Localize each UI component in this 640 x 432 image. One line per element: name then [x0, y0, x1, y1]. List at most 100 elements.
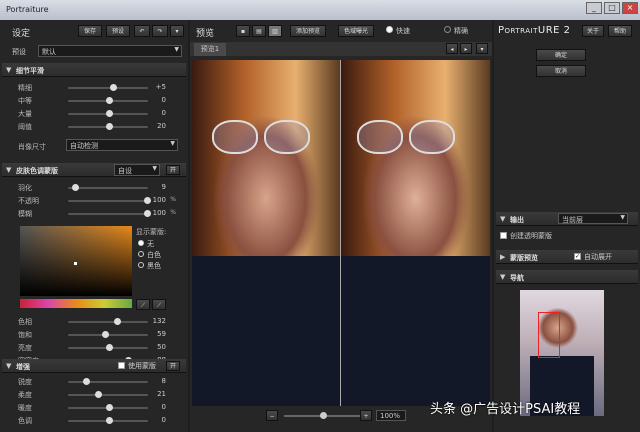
preset-button[interactable]: 预设	[106, 25, 130, 37]
single-view-icon[interactable]: ▪	[236, 25, 250, 37]
navigator-viewport-rect[interactable]	[538, 312, 560, 358]
detail-slider-knob[interactable]	[106, 110, 113, 117]
expand-triangle-icon: ▶	[500, 253, 506, 261]
enhance-slider-knob[interactable]	[106, 404, 113, 411]
tab-next-icon[interactable]: ▸	[460, 43, 472, 54]
enhance-slider-row: 暖度 0	[0, 403, 188, 415]
use-mask-checkbox[interactable]	[118, 362, 125, 369]
mask-option-label: 白色	[147, 251, 161, 259]
detail-header-label: 细节平滑	[16, 67, 44, 75]
add-preview-button[interactable]: 添加预览	[290, 25, 326, 37]
minimize-button[interactable]: _	[586, 2, 602, 14]
about-button[interactable]: 关于	[582, 25, 604, 37]
enhance-slider-knob[interactable]	[83, 378, 91, 385]
mask-option-radio[interactable]	[138, 262, 144, 268]
skin-slider-track[interactable]	[68, 210, 151, 217]
mask-preview-header[interactable]: ▶ 蒙版预览	[496, 250, 638, 264]
fast-radio[interactable]	[386, 26, 393, 33]
zoom-out-button[interactable]: −	[266, 410, 278, 421]
split-vertical-icon[interactable]: ▥	[268, 25, 282, 37]
precise-radio[interactable]	[444, 26, 451, 33]
enhance-slider-track[interactable]	[68, 404, 148, 411]
output-select[interactable]: 当前层 ▼	[558, 213, 628, 224]
sunglasses-right	[409, 120, 455, 154]
subject-shirt	[192, 256, 340, 406]
skin-slider-track[interactable]	[68, 184, 148, 191]
zoom-in-button[interactable]: +	[360, 410, 372, 421]
redo-icon[interactable]: ↷	[152, 25, 168, 37]
preview-before-image[interactable]	[192, 60, 340, 406]
color-slider-knob[interactable]	[102, 331, 110, 338]
color-slider-track[interactable]	[68, 344, 148, 351]
detail-slider-track[interactable]	[68, 97, 148, 104]
create-transparent-label: 创建透明蒙版	[510, 232, 552, 240]
enhance-slider-track[interactable]	[68, 378, 148, 385]
zoom-select[interactable]: 100%	[376, 410, 406, 421]
cancel-button[interactable]: 取消	[536, 65, 586, 77]
enhance-slider-track[interactable]	[68, 391, 148, 398]
zoom-slider-knob[interactable]	[320, 412, 327, 419]
detail-slider-knob[interactable]	[106, 97, 113, 104]
tab-prev-icon[interactable]: ◂	[446, 43, 458, 54]
detail-slider-track[interactable]	[68, 110, 148, 117]
save-button[interactable]: 保存	[78, 25, 102, 37]
preview-tab-bar: 预览1 ◂ ▸ ▾	[190, 42, 492, 56]
skin-color-picker[interactable]	[20, 226, 132, 296]
enhance-slider-track[interactable]	[68, 417, 148, 424]
detail-slider-label: 阈值	[18, 123, 32, 131]
mask-option-radio[interactable]	[138, 240, 144, 246]
maximize-button[interactable]: □	[604, 2, 620, 14]
gamut-warning-button[interactable]: 色域曝光	[338, 25, 374, 37]
skin-mode-select[interactable]: 自设 ▼	[114, 164, 160, 176]
navigator-header[interactable]: ▼ 导航	[496, 270, 638, 284]
preset-select-value: 默认	[42, 48, 56, 56]
skin-slider-track[interactable]	[68, 197, 151, 204]
color-slider-track[interactable]	[68, 331, 148, 338]
auto-expand-checkbox[interactable]: ✓	[574, 253, 581, 260]
enhance-slider-value: 21	[157, 390, 166, 398]
skin-mode-value: 自设	[118, 167, 132, 175]
detail-slider-knob[interactable]	[106, 123, 113, 130]
preview-tab[interactable]: 预览1	[194, 43, 226, 56]
eyedropper-plus-icon[interactable]: ⟋	[152, 299, 166, 310]
detail-slider-track[interactable]	[68, 84, 148, 91]
preview-after-image[interactable]	[340, 60, 490, 406]
skin-slider-knob[interactable]	[71, 184, 79, 191]
eyedropper-icon[interactable]: ⟋	[136, 299, 150, 310]
zoom-slider[interactable]	[284, 412, 364, 419]
portrait-size-value: 自动检测	[70, 142, 98, 150]
detail-slider-row: 大量 0	[0, 109, 188, 121]
split-horizontal-icon[interactable]: ▤	[252, 25, 266, 37]
collapse-triangle-icon: ▼	[500, 273, 506, 281]
settings-title: 设定	[12, 29, 31, 39]
enhance-slider-knob[interactable]	[94, 391, 102, 398]
color-slider-knob[interactable]	[106, 344, 113, 351]
enhance-toggle-button[interactable]: 开	[166, 361, 180, 371]
detail-slider-track[interactable]	[68, 123, 148, 130]
hue-strip[interactable]	[20, 299, 132, 308]
color-picker-marker[interactable]	[74, 262, 77, 265]
create-transparent-checkbox[interactable]	[500, 232, 507, 239]
detail-smoothing-header[interactable]: ▼ 细节平滑	[2, 63, 186, 77]
detail-slider-knob[interactable]	[109, 84, 117, 91]
undo-icon[interactable]: ↶	[134, 25, 150, 37]
mask-option-radio[interactable]	[138, 251, 144, 257]
chevron-down-icon: ▼	[174, 46, 179, 53]
enhance-header[interactable]: ▼ 增强	[2, 359, 186, 373]
portrait-size-select[interactable]: 自动检测 ▼	[66, 139, 178, 151]
menu-chevron-icon[interactable]: ▾	[170, 25, 184, 37]
help-button[interactable]: 帮助	[608, 25, 632, 37]
enhance-slider-label: 柔度	[18, 391, 32, 399]
use-mask-label: 使用蒙版	[128, 362, 156, 370]
preset-select[interactable]: 默认 ▼	[38, 45, 182, 57]
color-slider-knob[interactable]	[113, 318, 121, 325]
close-button[interactable]: ×	[622, 2, 638, 14]
collapse-triangle-icon: ▼	[6, 166, 12, 174]
skin-toggle-button[interactable]: 开	[166, 165, 180, 175]
ok-button[interactable]: 确定	[536, 49, 586, 61]
sunglasses-right	[264, 120, 310, 154]
color-slider-value: 132	[152, 317, 166, 325]
enhance-slider-knob[interactable]	[106, 417, 113, 424]
color-slider-track[interactable]	[68, 318, 148, 325]
tab-menu-icon[interactable]: ▾	[476, 43, 488, 54]
